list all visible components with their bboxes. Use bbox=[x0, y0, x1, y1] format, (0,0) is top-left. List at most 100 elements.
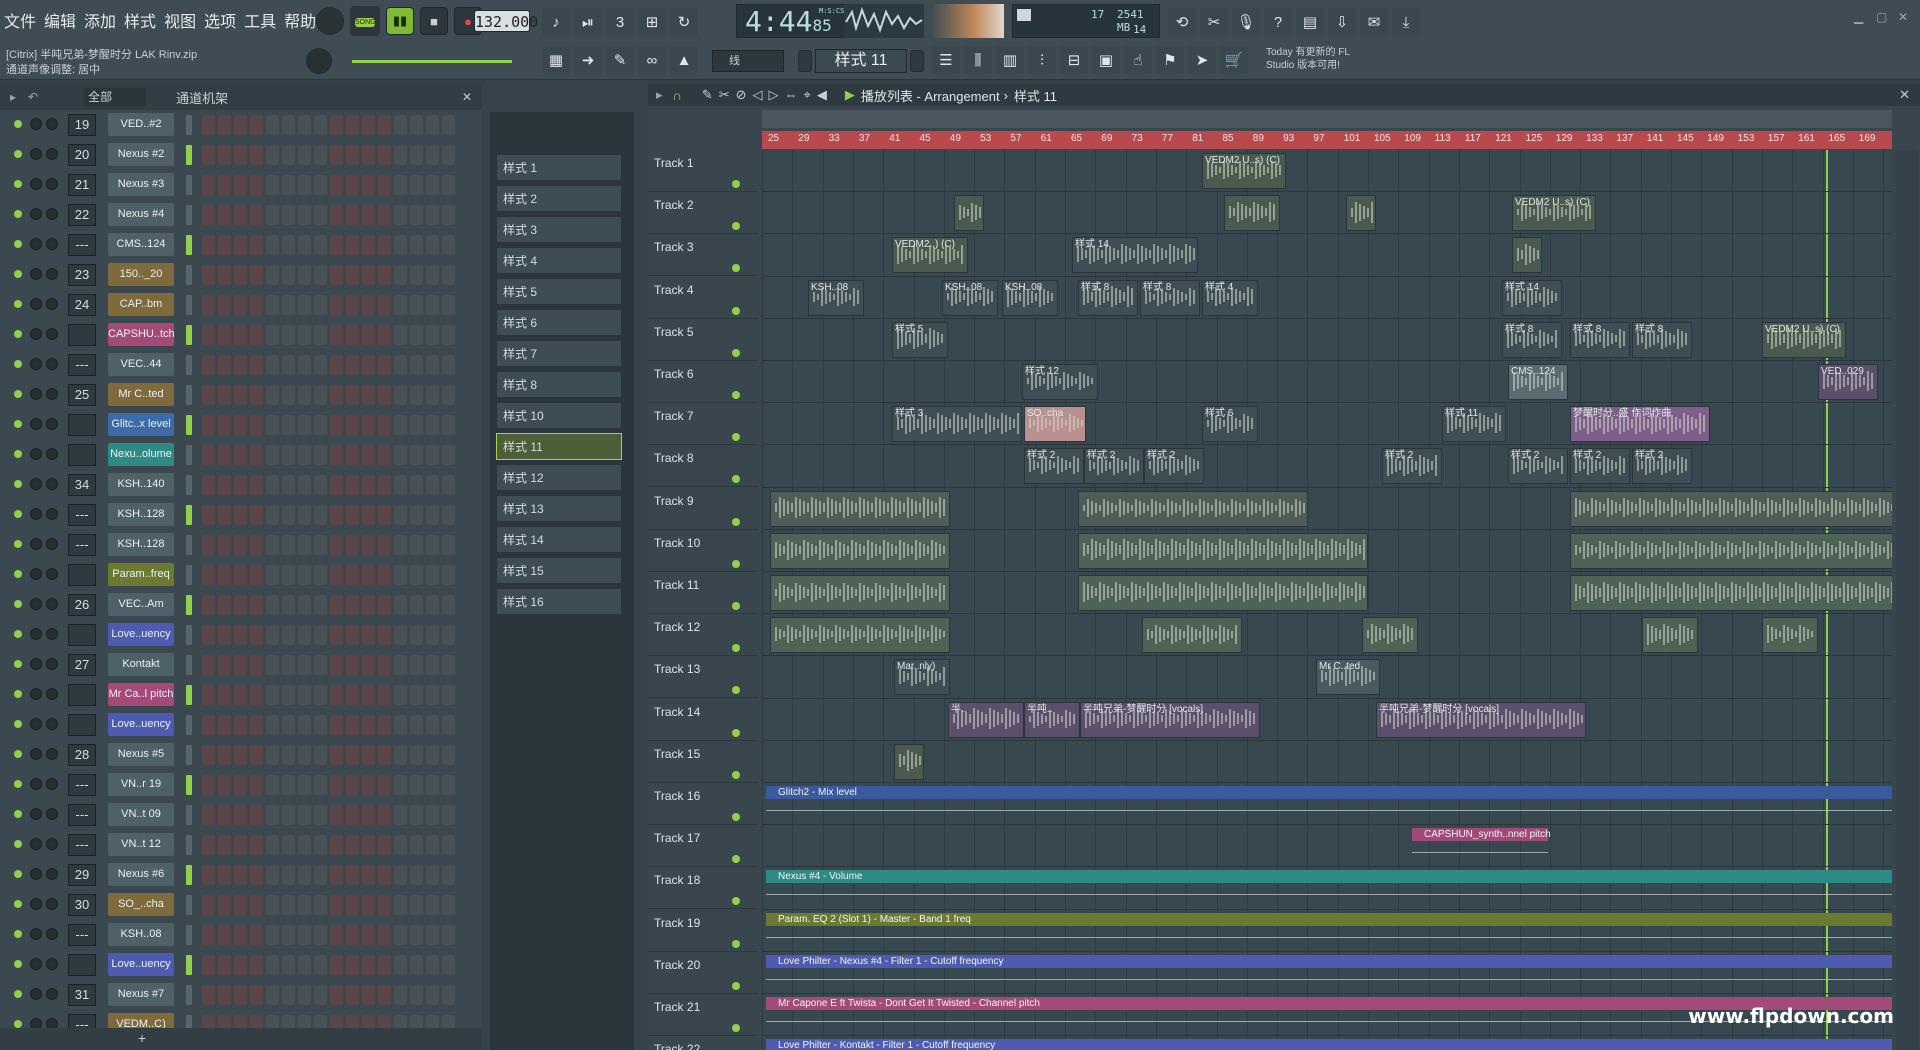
channel-volume-knob[interactable] bbox=[46, 178, 58, 190]
browser-icon[interactable]: ⊟ bbox=[1060, 46, 1088, 74]
channel-name-button[interactable]: Nexus #2 bbox=[108, 143, 174, 166]
channel-select-indicator[interactable] bbox=[186, 835, 192, 855]
channel-select-indicator[interactable] bbox=[186, 565, 192, 585]
channel-name-button[interactable]: VEC..Am bbox=[108, 593, 174, 616]
channel-pan-knob[interactable] bbox=[30, 148, 42, 160]
step-sequencer[interactable] bbox=[202, 625, 458, 645]
pattern-clip[interactable]: 半.. bbox=[948, 701, 1024, 738]
menu-help[interactable]: 帮助 bbox=[284, 8, 316, 32]
channel-select-indicator[interactable] bbox=[186, 535, 192, 555]
step-sequencer[interactable] bbox=[202, 565, 458, 585]
mixer-track-number[interactable]: --- bbox=[68, 774, 96, 796]
channel-mute-led[interactable] bbox=[14, 450, 22, 458]
piano-roll-icon[interactable]: ▦ bbox=[542, 46, 570, 74]
mixer-track-number[interactable]: 27 bbox=[68, 654, 96, 676]
channel-pan-knob[interactable] bbox=[30, 478, 42, 490]
channel-name-button[interactable]: Nexus #7 bbox=[108, 983, 174, 1006]
channel-pan-knob[interactable] bbox=[30, 508, 42, 520]
channel-select-indicator[interactable] bbox=[186, 685, 192, 705]
pattern-clip[interactable] bbox=[1762, 617, 1818, 654]
maximize-icon[interactable]: ▢ bbox=[1876, 10, 1887, 24]
channel-name-button[interactable]: SO_..cha bbox=[108, 893, 174, 916]
channel-volume-knob[interactable] bbox=[46, 808, 58, 820]
mixer-track-number[interactable] bbox=[68, 324, 96, 346]
channel-select-indicator[interactable] bbox=[186, 955, 192, 975]
mixer-track-number[interactable]: 34 bbox=[68, 474, 96, 496]
channel-select-indicator[interactable] bbox=[186, 445, 192, 465]
channel-name-button[interactable]: KSH..08 bbox=[108, 923, 174, 946]
track-header[interactable]: Track 10 bbox=[648, 530, 758, 572]
automation-clip[interactable]: Glitch2 - Mix level bbox=[766, 786, 1892, 799]
menu-add[interactable]: 添加 bbox=[84, 8, 116, 32]
menu-edit[interactable]: 编辑 bbox=[44, 8, 76, 32]
channel-mute-led[interactable] bbox=[14, 360, 22, 368]
channel-name-button[interactable]: Mr C..ted bbox=[108, 383, 174, 406]
channel-volume-knob[interactable] bbox=[46, 418, 58, 430]
channel-mute-led[interactable] bbox=[14, 780, 22, 788]
channel-row[interactable]: 23 150.._20 bbox=[0, 260, 482, 290]
track-enable-led[interactable] bbox=[732, 855, 740, 864]
download-icon[interactable]: ⤓ bbox=[1392, 8, 1420, 36]
pattern-clip[interactable] bbox=[1224, 195, 1280, 232]
channel-mute-led[interactable] bbox=[14, 150, 22, 158]
playlist-icon[interactable]: ☰ bbox=[932, 46, 960, 74]
channel-mute-led[interactable] bbox=[14, 720, 22, 728]
track-header[interactable]: Track 1 bbox=[648, 150, 758, 192]
track-enable-led[interactable] bbox=[732, 897, 740, 906]
pencil-icon[interactable]: ✎ bbox=[606, 46, 634, 74]
mixer-track-number[interactable]: --- bbox=[68, 834, 96, 856]
channel-row[interactable]: CAPSHU..tch bbox=[0, 320, 482, 350]
mixer-track-number[interactable]: 23 bbox=[68, 264, 96, 286]
pattern-clip[interactable]: VEDM2 U..s) (C) bbox=[1512, 195, 1596, 232]
channel-mute-led[interactable] bbox=[14, 240, 22, 248]
mixer-track-number[interactable]: --- bbox=[68, 924, 96, 946]
pattern-clip[interactable] bbox=[1570, 490, 1892, 527]
pattern-clip[interactable] bbox=[1346, 195, 1376, 232]
mixer-track-number[interactable]: --- bbox=[68, 504, 96, 526]
track-header[interactable]: Track 21 bbox=[648, 994, 758, 1036]
step-sequencer[interactable] bbox=[202, 865, 458, 885]
track-header[interactable]: Track 4 bbox=[648, 277, 758, 319]
step-sequencer[interactable] bbox=[202, 325, 458, 345]
channel-volume-knob[interactable] bbox=[46, 208, 58, 220]
pattern-item[interactable]: 样式 7 bbox=[496, 340, 622, 367]
pattern-clip[interactable]: 样式 2 bbox=[1632, 448, 1692, 485]
pattern-clip[interactable] bbox=[954, 195, 984, 232]
master-volume-knob[interactable] bbox=[306, 48, 332, 74]
playlist-close-icon[interactable]: ✕ bbox=[1899, 87, 1910, 103]
track-enable-led[interactable] bbox=[732, 686, 740, 695]
track-header[interactable]: Track 22 bbox=[648, 1036, 758, 1050]
pattern-clip[interactable]: VEDM2..) (C) bbox=[892, 237, 968, 274]
pattern-clip[interactable] bbox=[1078, 532, 1368, 569]
channel-mute-led[interactable] bbox=[14, 270, 22, 278]
add-pattern-button[interactable] bbox=[910, 50, 924, 72]
channel-volume-knob[interactable] bbox=[46, 748, 58, 760]
channel-pan-knob[interactable] bbox=[30, 208, 42, 220]
channel-mute-led[interactable] bbox=[14, 660, 22, 668]
channel-mute-led[interactable] bbox=[14, 930, 22, 938]
mixer-track-number[interactable]: --- bbox=[68, 234, 96, 256]
channel-select-indicator[interactable] bbox=[186, 985, 192, 1005]
track-enable-led[interactable] bbox=[732, 391, 740, 399]
channel-pan-knob[interactable] bbox=[30, 568, 42, 580]
mixer-track-number[interactable] bbox=[68, 624, 96, 646]
channel-volume-knob[interactable] bbox=[46, 778, 58, 790]
channel-volume-knob[interactable] bbox=[46, 358, 58, 370]
channel-row[interactable]: 21 Nexus #3 bbox=[0, 170, 482, 200]
pattern-clip[interactable]: 样式 2 bbox=[1570, 448, 1630, 485]
pattern-clip[interactable]: 样式 8 bbox=[1502, 321, 1562, 358]
channel-select-indicator[interactable] bbox=[186, 175, 192, 195]
pattern-clip[interactable]: 样式 5 bbox=[892, 321, 948, 358]
track-enable-led[interactable] bbox=[732, 939, 740, 948]
loop-record-icon[interactable]: ↻ bbox=[670, 8, 698, 36]
channel-pan-knob[interactable] bbox=[30, 928, 42, 940]
pattern-item[interactable]: 样式 13 bbox=[496, 495, 622, 522]
step-sequencer[interactable] bbox=[202, 265, 458, 285]
pattern-selector[interactable]: 样式 11 bbox=[815, 49, 907, 73]
automation-clip[interactable]: Love Philter - Kontakt - Filter 1 - Cuto… bbox=[766, 1039, 1892, 1050]
menu-patterns[interactable]: 样式 bbox=[124, 8, 156, 32]
channel-pan-knob[interactable] bbox=[30, 298, 42, 310]
mixer-track-number[interactable]: --- bbox=[68, 354, 96, 376]
chat-icon[interactable]: ✉ bbox=[1360, 8, 1388, 36]
track-header[interactable]: Track 17 bbox=[648, 825, 758, 868]
